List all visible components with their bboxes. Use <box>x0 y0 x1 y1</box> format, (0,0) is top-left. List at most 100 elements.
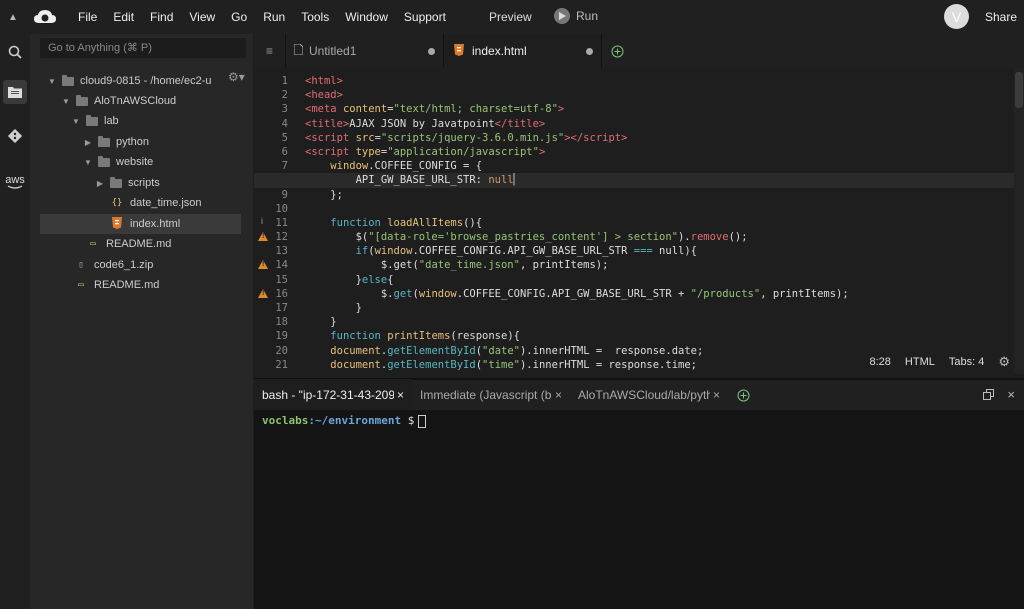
line-number: 21 <box>275 358 288 371</box>
prompt-user: voclabs <box>262 414 309 427</box>
tree-item-code6-zip[interactable]: ▯ code6_1.zip <box>40 255 241 275</box>
tab-label: Untitled1 <box>309 44 357 58</box>
line-number: 17 <box>275 302 288 314</box>
line-number: 2 <box>281 89 288 102</box>
code-line: <title>AJAX JSON by Javatpoint</title> <box>305 117 546 130</box>
editor-settings-gear-icon[interactable]: ⚙ <box>998 354 1010 370</box>
cursor-position[interactable]: 8:28 <box>870 356 891 368</box>
line-number: 16 <box>275 287 288 300</box>
go-to-anything-input[interactable]: Go to Anything (⌘ P) <box>40 38 246 58</box>
terminal-output[interactable]: voclabs:~/environment $ <box>254 410 1024 609</box>
chevron-right-icon[interactable]: ▶ <box>82 138 94 147</box>
run-button[interactable]: Run <box>554 8 598 24</box>
tab-menu-icon[interactable]: ≡ <box>254 34 286 68</box>
line-number: 6 <box>281 145 288 158</box>
menu-go[interactable]: Go <box>223 10 255 24</box>
menu-edit[interactable]: Edit <box>105 10 142 24</box>
folder-icon <box>98 135 110 147</box>
tab-size[interactable]: Tabs: 4 <box>949 356 984 368</box>
scrollbar-thumb[interactable] <box>1015 72 1023 108</box>
menu-run[interactable]: Run <box>255 10 293 24</box>
line-number-gutter: 1 2 3 4 5 6 7 8 9 10 i11 12 13 14 15 16 … <box>254 74 288 372</box>
tab-label: bash - "ip-172-31-43-209 <box>262 388 394 402</box>
terminal-tab-bar: bash - "ip-172-31-43-209 × Immediate (Ja… <box>254 378 1024 411</box>
tab-label: AloTnAWSCloud/lab/pytho <box>578 388 710 402</box>
menu-find[interactable]: Find <box>142 10 181 24</box>
preview-button[interactable]: Preview <box>489 10 532 24</box>
code-line: function loadAllItems(){ <box>330 216 483 229</box>
tree-item-index-html[interactable]: index.html <box>40 214 241 234</box>
markdown-file-icon: ▭ <box>78 280 84 290</box>
unsaved-dot-icon[interactable] <box>586 48 593 55</box>
terminal-prompt: voclabs:~/environment $ <box>262 414 1016 428</box>
tree-item-label: AloTnAWSCloud <box>94 95 177 107</box>
tree-item-label: date_time.json <box>130 197 202 209</box>
source-control-icon[interactable] <box>3 124 27 148</box>
aws-toolkit-icon[interactable]: aws <box>3 170 27 194</box>
tree-item-alotnawscloud[interactable]: ▼ AloTnAWSCloud <box>40 91 241 111</box>
close-icon[interactable]: × <box>555 388 562 402</box>
chevron-down-icon[interactable]: ▼ <box>70 117 82 126</box>
tree-item-label: cloud9-0815 - /home/ec2-u <box>80 75 212 87</box>
tree-item-label: lab <box>104 115 119 127</box>
code-line: <html> <box>305 75 343 87</box>
folder-icon <box>98 155 110 167</box>
maximize-panel-icon[interactable] <box>983 389 994 403</box>
code-editor[interactable]: 1 2 3 4 5 6 7 8 9 10 i11 12 13 14 15 16 … <box>254 68 1024 374</box>
tree-item-lab[interactable]: ▼ lab <box>40 111 241 131</box>
close-panel-icon[interactable]: × <box>1007 387 1015 402</box>
code-line: $.get("date_time.json", printItems); <box>305 259 609 272</box>
code-line: } <box>305 316 337 329</box>
close-icon[interactable]: × <box>713 388 720 402</box>
cloud9-ide: ▲ File Edit Find View Go Run Tools Windo… <box>0 0 1024 609</box>
code-content[interactable]: <html> <head> <meta content="text/html; ch… <box>254 74 1024 372</box>
environment-folder-icon[interactable] <box>3 80 27 104</box>
menu-file[interactable]: File <box>70 10 105 24</box>
cloud9-logo-icon[interactable] <box>34 7 58 27</box>
tree-item-readme-root[interactable]: ▭ README.md <box>40 275 241 295</box>
code-line: }else{ <box>305 273 394 286</box>
menu-window[interactable]: Window <box>337 10 396 24</box>
new-terminal-plus-icon[interactable] <box>728 379 758 411</box>
editor-status-bar: 8:28 HTML Tabs: 4 ⚙ <box>870 354 1011 370</box>
menu-tools[interactable]: Tools <box>293 10 337 24</box>
code-line: <head> <box>305 89 343 102</box>
tree-item-label: website <box>116 156 154 168</box>
tab-bash-terminal[interactable]: bash - "ip-172-31-43-209 × <box>254 379 412 411</box>
line-number: 5 <box>281 131 288 144</box>
close-icon[interactable]: × <box>397 388 404 402</box>
terminal-cursor <box>418 414 427 428</box>
tab-lab-python[interactable]: AloTnAWSCloud/lab/pytho × <box>570 379 728 411</box>
user-avatar[interactable]: V <box>944 4 969 29</box>
code-line: API_GW_BASE_URL_STR: null▏ <box>254 173 1024 188</box>
tree-item-readme-lab[interactable]: ▭ README.md <box>40 234 241 254</box>
new-tab-plus-icon[interactable] <box>602 34 632 68</box>
chevron-down-icon[interactable]: ▼ <box>46 77 58 86</box>
menu-support[interactable]: Support <box>396 10 454 24</box>
tree-item-python[interactable]: ▶ python <box>40 132 241 152</box>
tree-item-date-time-json[interactable]: {} date_time.json <box>40 193 241 213</box>
tree-item-cloud9-root[interactable]: ▼ cloud9-0815 - /home/ec2-u <box>40 71 241 91</box>
chevron-right-icon[interactable]: ▶ <box>94 179 106 188</box>
html-file-icon <box>110 216 124 232</box>
chevron-down-icon[interactable]: ▼ <box>82 158 94 167</box>
line-number: 7 <box>281 160 288 173</box>
document-icon <box>293 43 304 58</box>
tree-item-website[interactable]: ▼ website <box>40 152 241 172</box>
editor-scrollbar[interactable] <box>1014 68 1024 374</box>
tab-index-html[interactable]: index.html <box>444 34 602 68</box>
line-number: 10 <box>275 202 288 215</box>
unsaved-dot-icon[interactable] <box>428 48 435 55</box>
share-button[interactable]: Share <box>985 10 1017 24</box>
left-icon-rail: aws <box>0 34 30 609</box>
collapse-menu-icon[interactable]: ▲ <box>0 12 26 23</box>
menu-view[interactable]: View <box>181 10 223 24</box>
search-icon[interactable] <box>3 40 27 64</box>
tab-untitled1[interactable]: Untitled1 <box>286 34 444 68</box>
tab-immediate[interactable]: Immediate (Javascript (bro × <box>412 379 570 411</box>
language-mode[interactable]: HTML <box>905 356 935 368</box>
tree-item-scripts[interactable]: ▶ scripts <box>40 173 241 193</box>
tree-item-label: README.md <box>106 238 172 250</box>
chevron-down-icon[interactable]: ▼ <box>60 97 72 106</box>
